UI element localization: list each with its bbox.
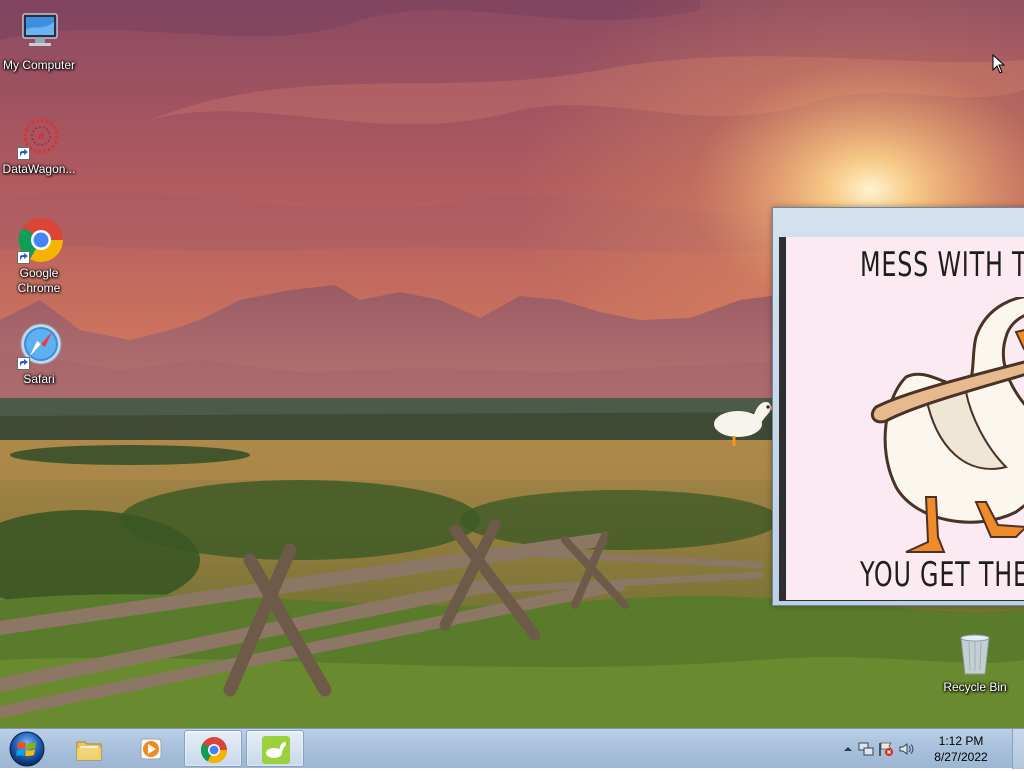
taskbar-media-player[interactable] [122, 730, 180, 767]
taskbar-google-chrome[interactable] [184, 730, 242, 767]
clock-date: 8/27/2022 [934, 750, 988, 764]
recycle-bin-icon [951, 630, 999, 678]
desktop-icon-my-computer[interactable]: My Computer [0, 8, 78, 73]
start-button[interactable] [3, 730, 51, 768]
datawagon-icon [15, 112, 63, 160]
safari-icon [15, 322, 63, 370]
goose-meme-image: MESS WITH THE YOU GET THE [786, 237, 1024, 600]
desktop-icon-label: My Computer [2, 58, 76, 72]
volume-icon[interactable] [898, 741, 914, 757]
my-computer-icon [15, 8, 63, 56]
network-icon[interactable] [858, 741, 874, 757]
desktop-icon-safari[interactable]: Safari [0, 322, 78, 387]
shortcut-arrow-icon [17, 147, 30, 160]
goose-illustration [870, 297, 1024, 553]
taskbar-goose-app[interactable] [246, 730, 304, 767]
desktop-icon-label: Google Chrome [17, 266, 61, 295]
goose-icon [262, 736, 290, 764]
meme-top-text: MESS WITH THE [860, 245, 1024, 285]
desktop-icon-recycle-bin[interactable]: Recycle Bin [936, 630, 1014, 695]
shortcut-arrow-icon [17, 251, 30, 264]
taskbar-clock[interactable]: 1:12 PM 8/27/2022 [926, 733, 996, 765]
desktop-icon-label: Safari [23, 372, 55, 386]
shortcut-arrow-icon [17, 357, 30, 370]
taskbar: 1:12 PM 8/27/2022 [0, 728, 1024, 769]
windows-start-icon [9, 731, 45, 767]
chrome-icon [200, 737, 228, 764]
desktop-icon-label: DataWagon... [2, 162, 76, 176]
taskbar-windows-explorer[interactable] [60, 730, 118, 767]
media-player-icon [140, 738, 162, 760]
desktop-icon-datawagon[interactable]: DataWagon... [0, 112, 78, 177]
chrome-icon [15, 216, 63, 264]
meme-bottom-text: YOU GET THE [860, 555, 1024, 595]
desktop-icon-google-chrome[interactable]: Google Chrome [0, 216, 78, 296]
folder-icon [76, 741, 102, 761]
desktop-icon-label: Recycle Bin [943, 680, 1007, 694]
action-center-flag-icon[interactable] [878, 741, 894, 757]
goose-meme-window[interactable]: MESS WITH THE YOU GET THE [772, 207, 1024, 606]
clock-time: 1:12 PM [938, 734, 984, 748]
show-desktop-button[interactable] [1012, 729, 1024, 769]
mouse-cursor-icon [992, 54, 1006, 74]
show-hidden-icons-arrow[interactable] [840, 741, 856, 757]
system-tray: 1:12 PM 8/27/2022 [834, 729, 1024, 769]
